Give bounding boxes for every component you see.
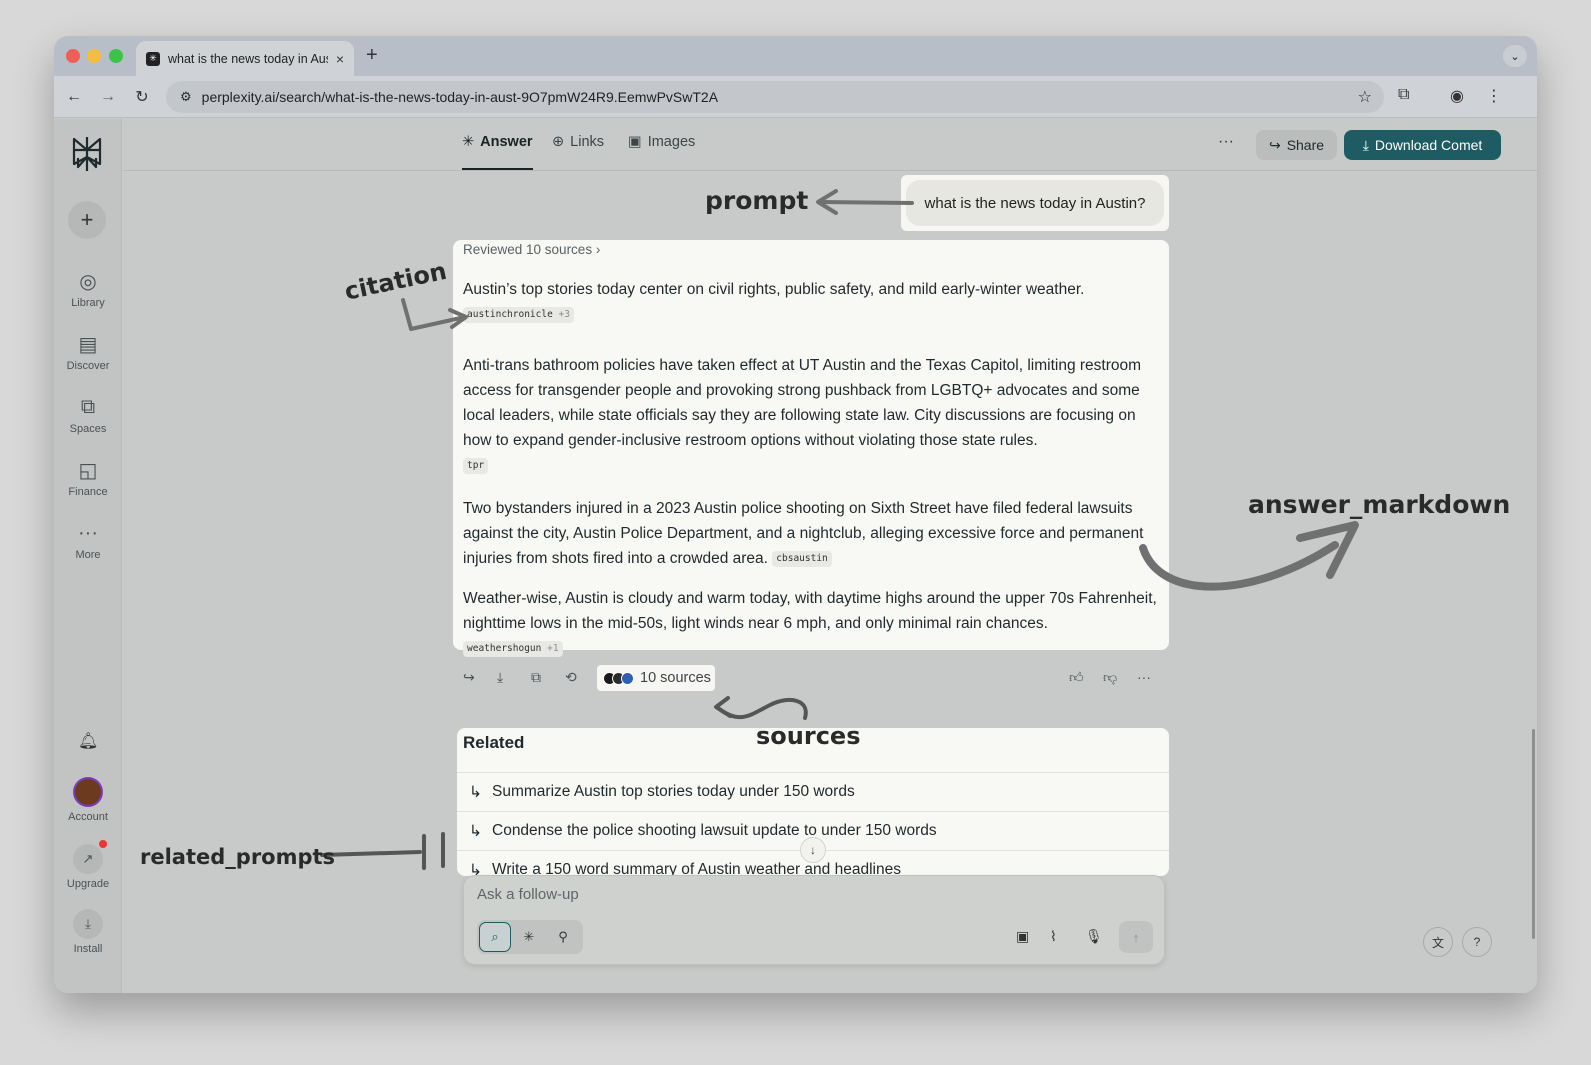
annotation-answer-markdown: answer_markdown <box>1248 490 1511 519</box>
annotation-related-prompts: related_prompts <box>140 845 336 869</box>
annotation-sources: sources <box>756 722 861 750</box>
annotation-prompt: prompt <box>705 186 809 215</box>
annotation-arrows <box>320 189 1359 870</box>
